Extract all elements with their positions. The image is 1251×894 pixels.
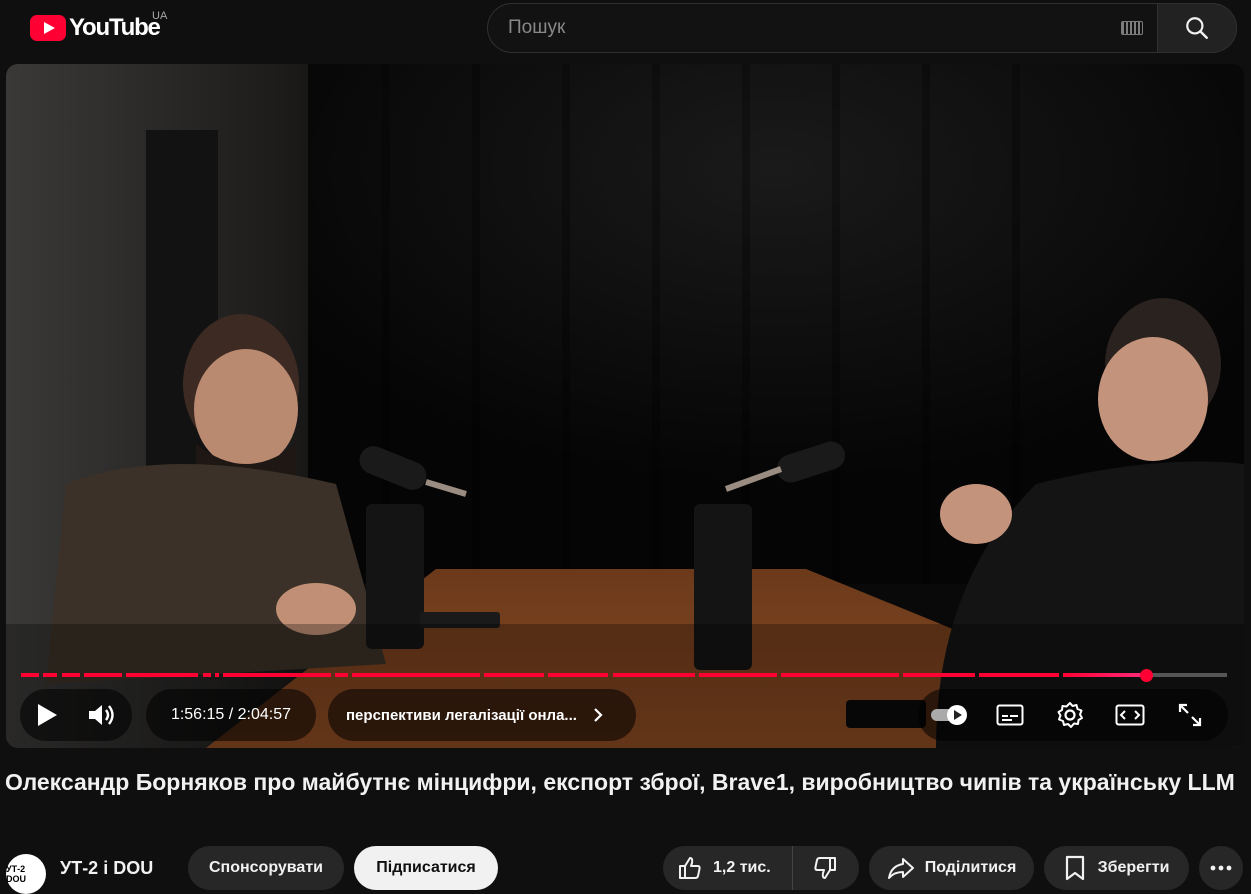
volume-button[interactable] xyxy=(74,689,130,741)
autoplay-toggle[interactable] xyxy=(918,689,980,741)
save-label: Зберегти xyxy=(1097,859,1170,876)
video-frame xyxy=(6,64,1244,748)
player-settings-controls xyxy=(918,689,1228,741)
time-display: 1:56:15 / 2:04:57 xyxy=(146,689,316,741)
chevron-right-icon xyxy=(594,708,603,722)
subscribe-button[interactable]: Підписатися xyxy=(354,846,498,890)
bookmark-icon xyxy=(1065,855,1084,881)
more-horizontal-icon xyxy=(1210,865,1232,871)
autoplay-icon xyxy=(931,705,967,725)
time-readout: 1:56:15 / 2:04:57 xyxy=(170,706,292,723)
play-button[interactable] xyxy=(20,689,74,741)
theater-icon xyxy=(1115,704,1145,726)
theater-mode-button[interactable] xyxy=(1100,689,1160,741)
country-code: UA xyxy=(152,10,168,22)
share-label: Поділитися xyxy=(924,859,1017,876)
logo-text: YouTube xyxy=(69,14,161,41)
share-icon xyxy=(887,858,914,879)
more-actions-button[interactable] xyxy=(1199,846,1243,890)
share-button[interactable]: Поділитися xyxy=(869,846,1034,890)
video-player[interactable]: 1:56:15 / 2:04:57 перспективи легалізаці… xyxy=(6,64,1244,748)
video-title: Олександр Борняков про майбутнє мінцифри… xyxy=(5,769,1235,795)
save-button[interactable]: Зберегти xyxy=(1044,846,1189,890)
sponsor-button[interactable]: Спонсорувати xyxy=(188,846,344,890)
search-bar xyxy=(487,3,1237,53)
scrubber-handle[interactable] xyxy=(1139,669,1153,682)
video-meta-row: УТ-2 DOU УТ-2 і DOU Спонсорувати Підписа… xyxy=(0,844,1251,894)
keyboard-icon[interactable] xyxy=(1121,21,1143,35)
fullscreen-icon xyxy=(1178,703,1202,727)
thumbs-up-icon xyxy=(679,857,701,879)
subtitles-button[interactable] xyxy=(980,689,1040,741)
subtitles-icon xyxy=(996,704,1024,726)
masthead: YouTube UA xyxy=(0,0,1251,56)
channel-name[interactable]: УТ-2 і DOU xyxy=(60,858,153,879)
chapter-button[interactable]: перспективи легалізації онла... xyxy=(328,689,636,741)
search-input[interactable] xyxy=(508,4,1108,52)
settings-button[interactable] xyxy=(1040,689,1100,741)
channel-avatar[interactable]: УТ-2 DOU xyxy=(6,854,46,894)
dislike-button[interactable] xyxy=(793,846,857,890)
playback-controls xyxy=(20,689,132,741)
play-icon xyxy=(38,704,57,726)
gear-icon xyxy=(1057,702,1083,728)
youtube-play-icon xyxy=(30,15,66,41)
chapter-title: перспективи легалізації онла... xyxy=(346,706,577,724)
search-icon xyxy=(1186,17,1208,39)
youtube-logo[interactable]: YouTube xyxy=(30,14,161,42)
like-count: 1,2 тис. xyxy=(713,859,771,876)
progress-bar[interactable] xyxy=(21,669,1227,682)
thumbs-down-icon xyxy=(814,857,836,879)
volume-icon xyxy=(89,705,114,725)
like-dislike-group: 1,2 тис. xyxy=(663,846,859,890)
like-button[interactable]: 1,2 тис. xyxy=(663,846,793,890)
search-button[interactable] xyxy=(1157,3,1237,53)
fullscreen-button[interactable] xyxy=(1160,689,1220,741)
search-box xyxy=(487,3,1157,53)
